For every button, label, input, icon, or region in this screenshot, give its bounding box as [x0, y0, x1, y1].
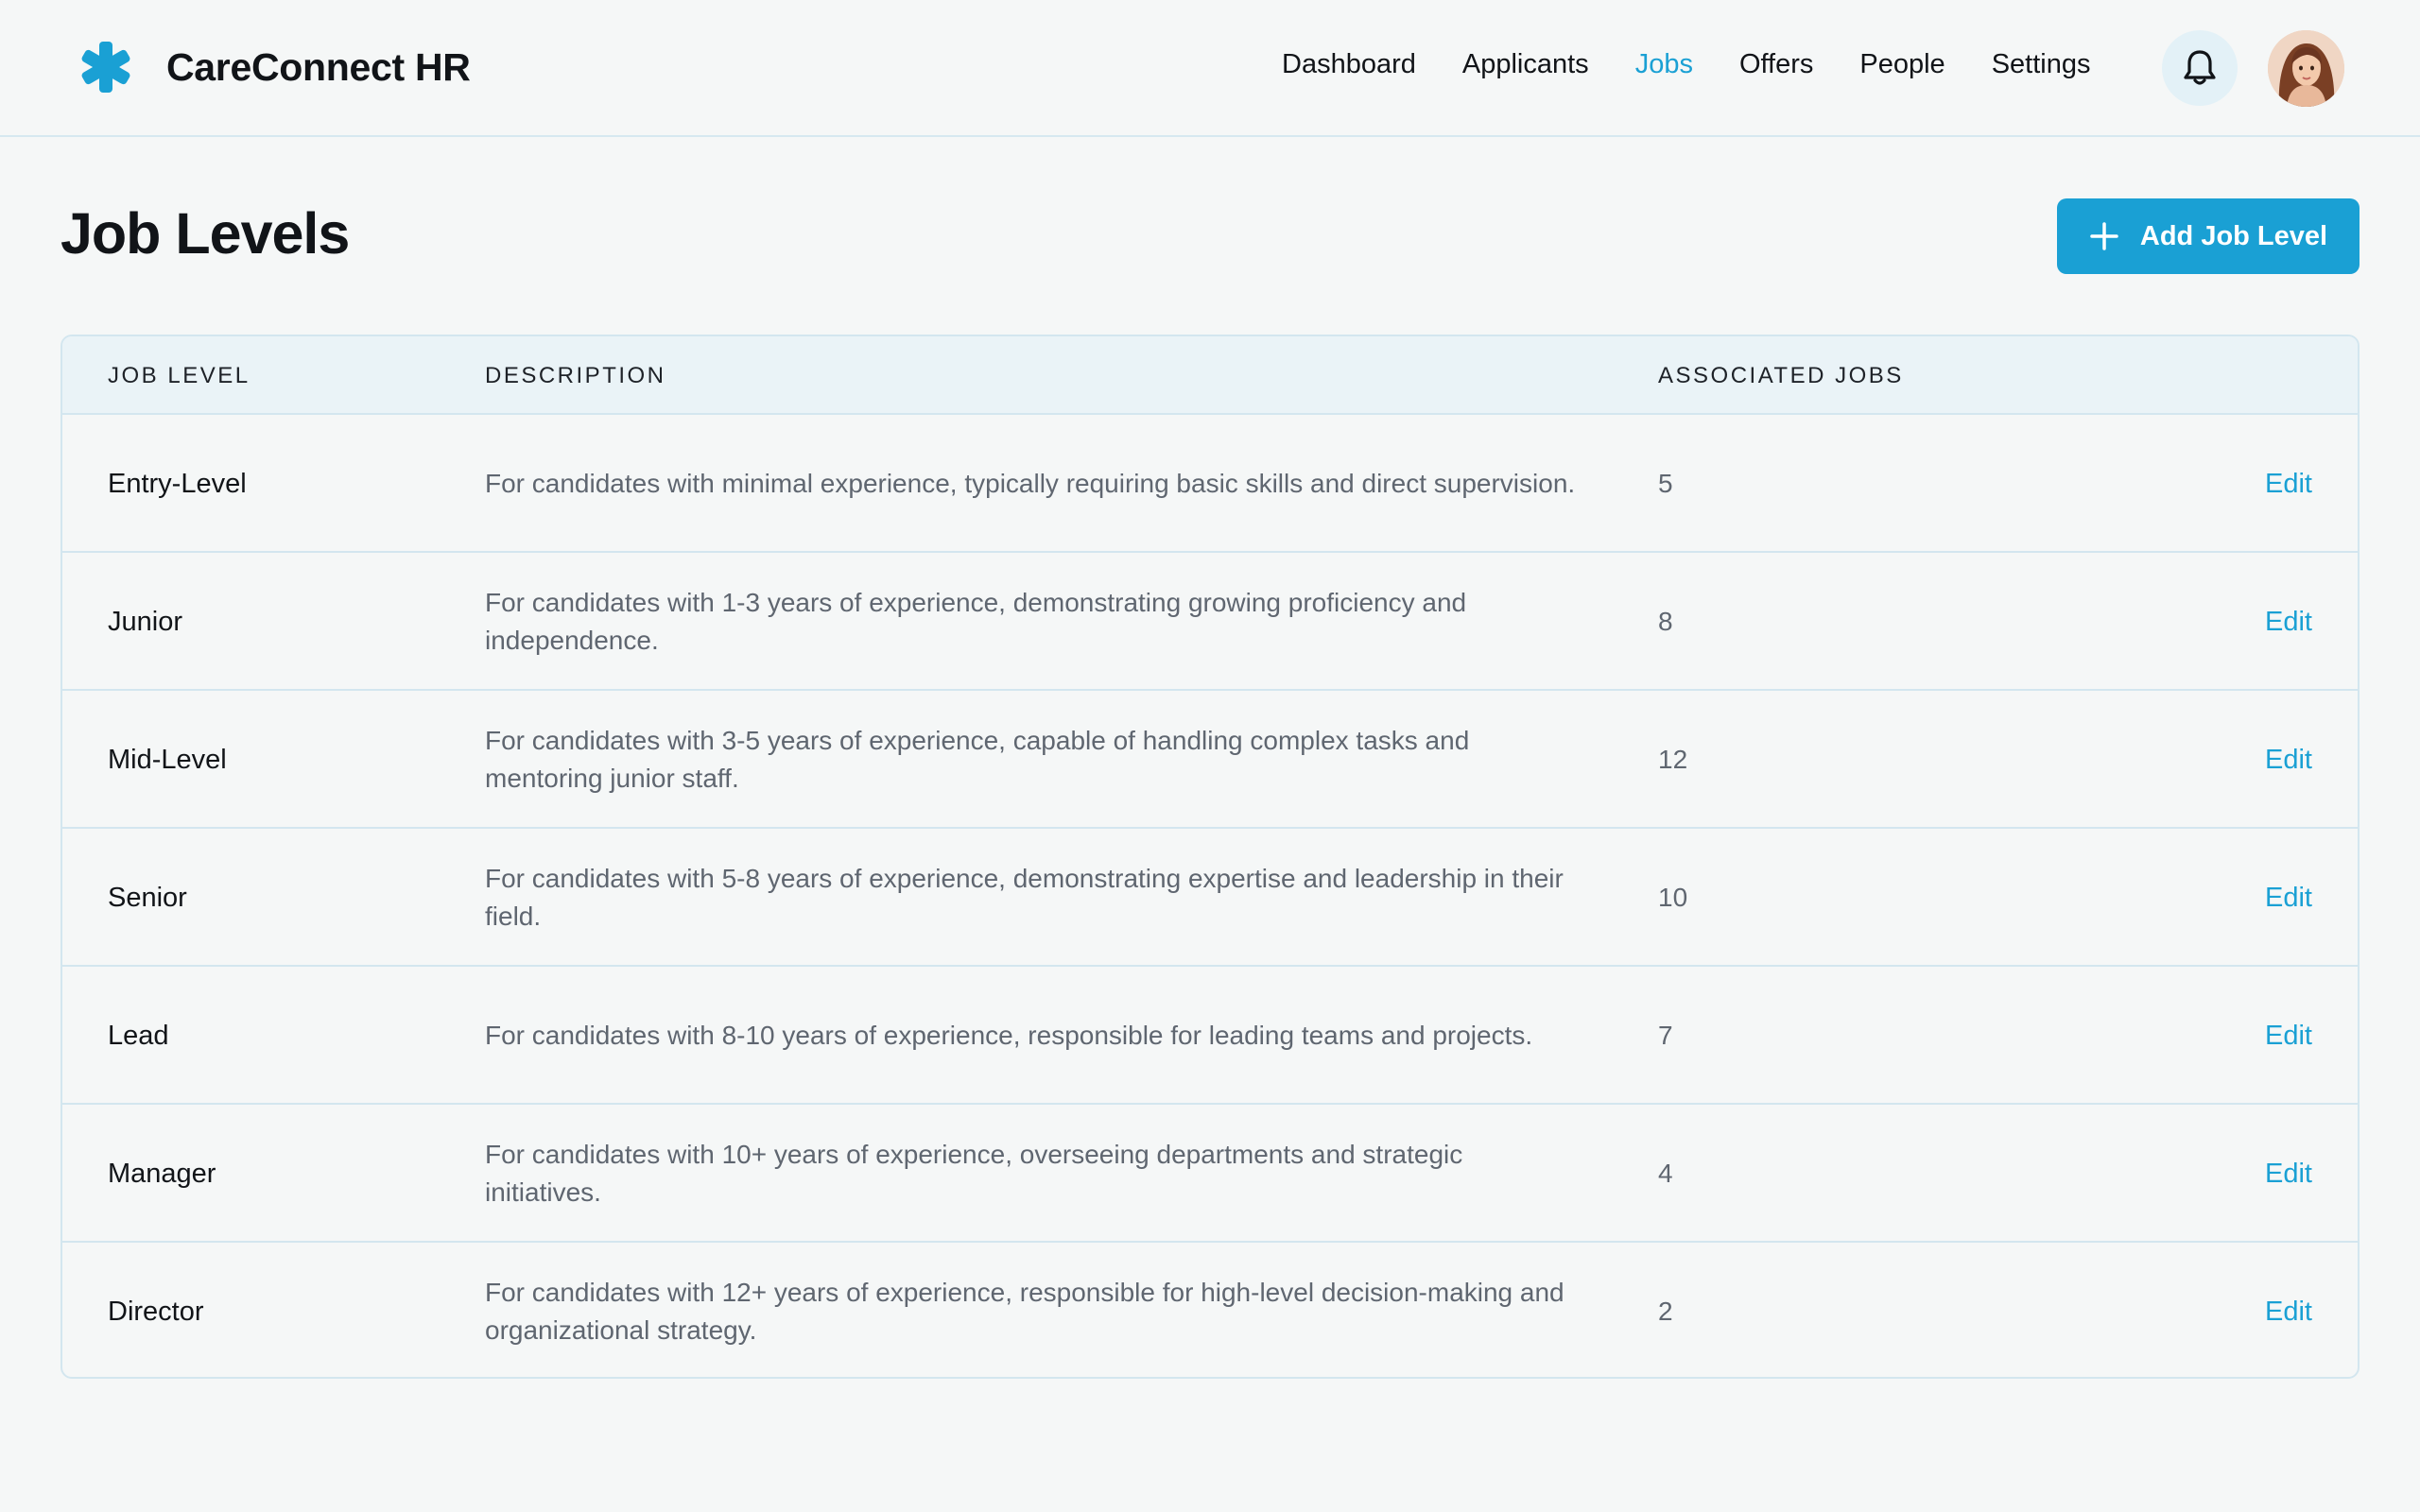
- job-level-description: For candidates with minimal experience, …: [485, 469, 1576, 498]
- avatar-portrait: [2268, 30, 2344, 107]
- column-header-description: DESCRIPTION: [485, 363, 666, 388]
- table-row: Director For candidates with 12+ years o…: [62, 1243, 2358, 1377]
- edit-link[interactable]: Edit: [2265, 415, 2312, 553]
- associated-jobs-count: 2: [1658, 1297, 1673, 1326]
- page-title: Job Levels: [60, 201, 350, 266]
- job-level-description: For candidates with 5-8 years of experie…: [485, 864, 1564, 931]
- associated-jobs-count: 12: [1658, 745, 1688, 774]
- main-nav: Dashboard Applicants Jobs Offers People …: [1282, 49, 2137, 80]
- column-header-job-level: JOB LEVEL: [108, 363, 251, 388]
- table-row: Lead For candidates with 8-10 years of e…: [62, 967, 2358, 1105]
- app-name: CareConnect HR: [166, 44, 471, 89]
- column-header-associated-jobs: ASSOCIATED JOBS: [1658, 363, 1904, 388]
- job-level-name: Lead: [108, 1020, 169, 1051]
- job-level-description: For candidates with 1-3 years of experie…: [485, 588, 1467, 655]
- top-header: CareConnect HR Dashboard Applicants Jobs…: [0, 0, 2420, 137]
- table-row: Senior For candidates with 5-8 years of …: [62, 829, 2358, 967]
- bell-icon: [2184, 50, 2216, 85]
- nav-item-jobs[interactable]: Jobs: [1635, 49, 1693, 80]
- job-level-name: Junior: [108, 606, 182, 637]
- notifications-button[interactable]: [2162, 30, 2238, 106]
- job-level-description: For candidates with 10+ years of experie…: [485, 1140, 1463, 1207]
- associated-jobs-count: 5: [1658, 469, 1673, 498]
- job-levels-table: JOB LEVEL DESCRIPTION ASSOCIATED JOBS En…: [60, 335, 2360, 1379]
- table-row: Entry-Level For candidates with minimal …: [62, 415, 2358, 553]
- job-level-name: Mid-Level: [108, 744, 227, 775]
- table-row: Manager For candidates with 10+ years of…: [62, 1105, 2358, 1243]
- job-level-description: For candidates with 8-10 years of experi…: [485, 1021, 1533, 1050]
- edit-link[interactable]: Edit: [2265, 1105, 2312, 1243]
- nav-item-dashboard[interactable]: Dashboard: [1282, 49, 1416, 80]
- plus-icon: [2090, 222, 2118, 250]
- associated-jobs-count: 8: [1658, 607, 1673, 636]
- job-level-name: Entry-Level: [108, 468, 247, 499]
- table-header: JOB LEVEL DESCRIPTION ASSOCIATED JOBS: [62, 336, 2358, 415]
- asterisk-icon: [81, 42, 130, 93]
- job-level-name: Senior: [108, 882, 187, 913]
- edit-link[interactable]: Edit: [2265, 967, 2312, 1105]
- job-level-description: For candidates with 12+ years of experie…: [485, 1278, 1564, 1345]
- user-avatar[interactable]: [2268, 30, 2344, 107]
- edit-link[interactable]: Edit: [2265, 691, 2312, 829]
- edit-link[interactable]: Edit: [2265, 829, 2312, 967]
- brand[interactable]: CareConnect HR: [78, 40, 471, 94]
- table-row: Mid-Level For candidates with 3-5 years …: [62, 691, 2358, 829]
- job-level-description: For candidates with 3-5 years of experie…: [485, 726, 1470, 793]
- add-button-label: Add Job Level: [2139, 220, 2328, 251]
- nav-item-settings[interactable]: Settings: [1992, 49, 2091, 80]
- add-job-level-button[interactable]: Add Job Level: [2057, 198, 2360, 274]
- table-row: Junior For candidates with 1-3 years of …: [62, 553, 2358, 691]
- edit-link[interactable]: Edit: [2265, 1243, 2312, 1377]
- job-level-name: Manager: [108, 1158, 216, 1189]
- nav-item-applicants[interactable]: Applicants: [1462, 49, 1589, 80]
- nav-item-offers[interactable]: Offers: [1739, 49, 1813, 80]
- edit-link[interactable]: Edit: [2265, 553, 2312, 691]
- associated-jobs-count: 7: [1658, 1021, 1673, 1050]
- nav-item-people[interactable]: People: [1859, 49, 1945, 80]
- job-level-name: Director: [108, 1296, 204, 1327]
- associated-jobs-count: 4: [1658, 1159, 1673, 1188]
- associated-jobs-count: 10: [1658, 883, 1688, 912]
